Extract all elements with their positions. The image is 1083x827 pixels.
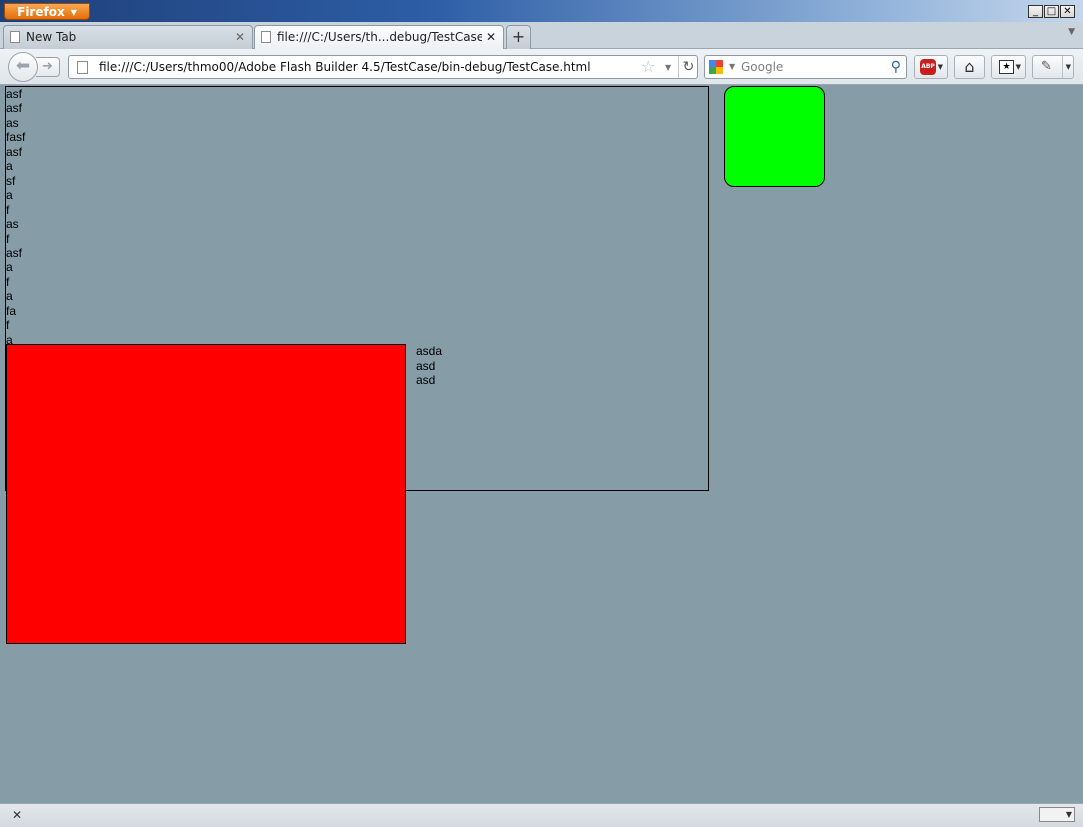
plus-icon: + — [511, 27, 526, 46]
status-bar: ✕ ▼ — [0, 803, 1083, 827]
back-arrow-icon: ⬅ — [15, 56, 31, 76]
tab-list-chevron-icon[interactable]: ▼ — [1068, 27, 1075, 37]
text-line: asda — [416, 344, 443, 358]
search-bar[interactable]: ▼ Google ⚲ — [704, 55, 907, 79]
tab-strip: New Tab ✕ file:///C:/Users/th...debug/Te… — [0, 22, 1083, 49]
bookmarks-icon: ★ — [999, 60, 1014, 74]
text-line: f — [6, 202, 10, 217]
text-line: f — [6, 274, 10, 289]
navigation-toolbar: ➜ ⬅ file:///C:/Users/thmo00/Adobe Flash … — [0, 49, 1083, 85]
text-line: sf — [6, 173, 16, 188]
red-box — [6, 344, 406, 644]
page-icon — [77, 61, 88, 74]
text-line: fasf — [6, 130, 26, 145]
reload-icon[interactable]: ↻ — [678, 56, 698, 78]
text-line: f — [6, 318, 10, 333]
minimize-button[interactable]: _ — [1028, 5, 1043, 18]
panel-text-list: asf asf as fasf asf a sf a f as f asf a f a fa f a — [6, 87, 25, 347]
text-line: asd — [416, 358, 436, 373]
tab-label: New Tab — [26, 30, 77, 44]
forward-button[interactable]: ➜ — [36, 57, 60, 77]
text-line: asf — [6, 245, 23, 260]
dropdown-arrow-icon: ▼ — [937, 63, 943, 71]
text-line: a — [6, 260, 13, 275]
tab-new-tab[interactable]: New Tab ✕ — [3, 25, 253, 49]
side-text-list: asda asd asd — [416, 344, 442, 388]
adblock-button[interactable]: ABP ▼ — [914, 55, 948, 79]
close-icon[interactable]: ✕ — [235, 26, 245, 48]
text-line: asf — [6, 87, 23, 101]
page-icon — [10, 31, 20, 43]
back-button[interactable]: ⬅ — [8, 52, 38, 82]
firefox-menu-label: Firefox — [17, 5, 65, 19]
home-button[interactable]: ⌂ — [954, 55, 985, 79]
text-line: a — [6, 289, 13, 304]
plugin-button[interactable]: ✎ ▼ — [1032, 55, 1074, 79]
text-line: fa — [6, 303, 17, 318]
text-line: asd — [416, 373, 436, 387]
adblock-icon: ABP — [920, 59, 936, 75]
firefox-menu-button[interactable]: Firefox ▼ — [4, 3, 90, 20]
page-viewport: asf asf as fasf asf a sf a f as f asf a f a fa f a asda as… — [0, 85, 1083, 803]
maximize-button[interactable]: □ — [1044, 5, 1059, 18]
text-line: asf — [6, 144, 23, 159]
plugin-icon: ✎ — [1041, 59, 1052, 74]
magnifier-icon[interactable]: ⚲ — [891, 56, 901, 78]
text-line: a — [6, 159, 13, 174]
url-input[interactable]: file:///C:/Users/thmo00/Adobe Flash Buil… — [99, 56, 591, 78]
search-engine-dropdown-icon[interactable]: ▼ — [729, 56, 735, 78]
url-bar[interactable]: file:///C:/Users/thmo00/Adobe Flash Buil… — [68, 55, 698, 79]
addon-bar-icon[interactable]: ▼ — [1039, 807, 1075, 822]
tab-testcase[interactable]: file:///C:/Users/th...debug/TestCase.htm… — [254, 25, 504, 49]
forward-arrow-icon: ➜ — [42, 59, 53, 74]
page-icon — [261, 31, 271, 43]
bookmarks-button[interactable]: ★ ▼ — [991, 55, 1026, 79]
google-engine-icon[interactable] — [709, 60, 723, 74]
tab-label: file:///C:/Users/th...debug/TestCase.htm… — [277, 30, 482, 44]
text-line: as — [6, 115, 19, 130]
text-line: asf — [6, 101, 23, 116]
green-box — [724, 86, 825, 187]
text-line: f — [6, 231, 10, 246]
dropdown-arrow-icon: ▼ — [1061, 56, 1071, 78]
dropdown-arrow-icon: ▼ — [1015, 63, 1021, 71]
dropdown-arrow-icon: ▼ — [70, 8, 77, 17]
close-icon[interactable]: ✕ — [486, 26, 496, 48]
home-icon: ⌂ — [964, 57, 975, 76]
close-window-button[interactable]: ✕ — [1060, 5, 1075, 18]
new-tab-button[interactable]: + — [506, 25, 531, 49]
close-icon[interactable]: ✕ — [12, 804, 22, 826]
star-icon[interactable]: ☆ — [641, 57, 655, 77]
text-line: as — [6, 217, 19, 232]
window-title-bar: Firefox ▼ _ □ ✕ — [0, 0, 1083, 22]
url-history-dropdown-icon[interactable]: ▼ — [665, 58, 671, 78]
back-forward-group: ➜ ⬅ — [8, 52, 62, 82]
text-line: a — [6, 188, 13, 203]
search-input[interactable]: Google — [741, 56, 783, 78]
